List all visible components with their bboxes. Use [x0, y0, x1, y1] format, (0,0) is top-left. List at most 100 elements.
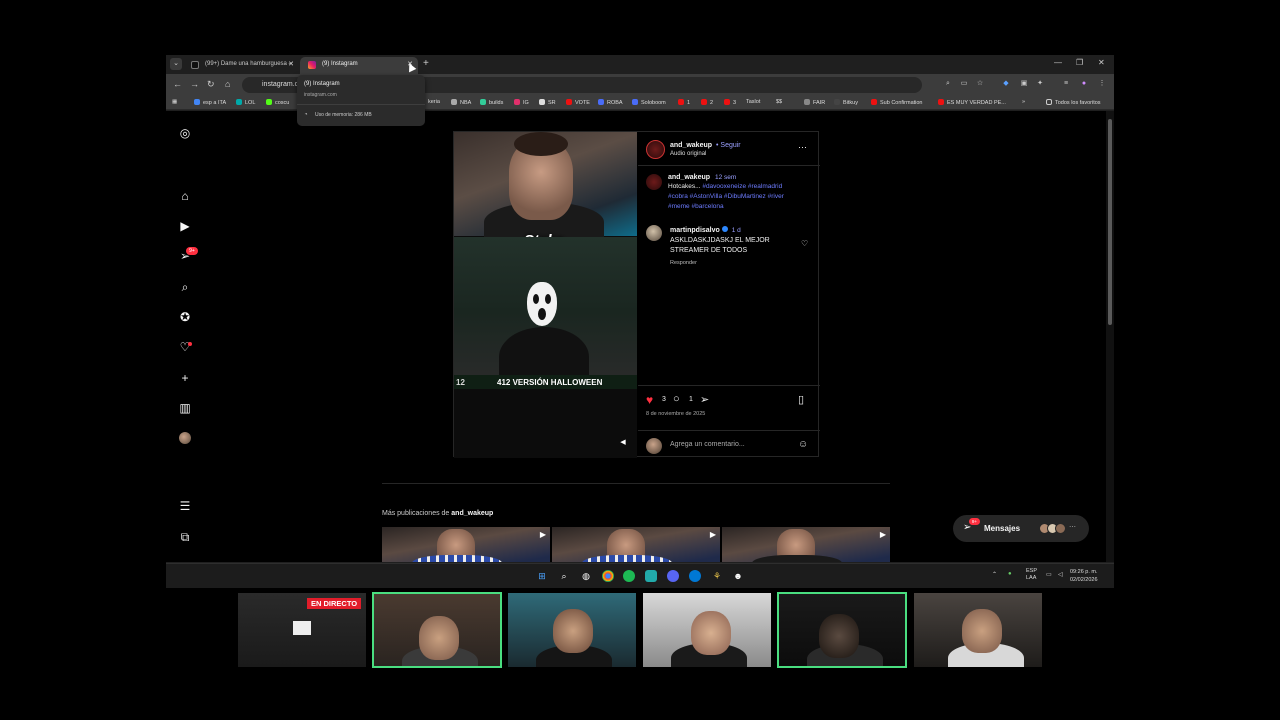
bookmark-item[interactable]: SR — [539, 99, 556, 106]
back-icon[interactable]: ← — [173, 79, 182, 89]
bookmark-item[interactable]: ES MUY VERDAD PE... — [938, 99, 1006, 106]
comment-username[interactable]: martinpdisalvo 1 d — [670, 226, 741, 234]
tray-chevron-icon[interactable]: ⌃ — [992, 571, 997, 578]
more-options-icon[interactable]: ⋯ — [798, 142, 807, 153]
bookmark-item[interactable]: keria — [428, 99, 440, 105]
post-thumbnail[interactable]: ▶ — [382, 527, 550, 562]
bookmark-star-icon[interactable]: ☆ — [976, 80, 984, 88]
audio-label[interactable]: Audio original — [670, 151, 706, 157]
comment-input[interactable]: Agrega un comentario... — [670, 441, 745, 448]
scroll-thumb[interactable] — [1108, 119, 1112, 325]
comment-icon[interactable]: ○ — [673, 393, 680, 405]
author-avatar[interactable] — [646, 140, 665, 159]
bookmark-item[interactable]: VOTE — [566, 99, 590, 106]
windows-start-icon[interactable]: ⊞ — [536, 570, 548, 582]
bookmark-item[interactable]: builds — [480, 99, 503, 106]
cast-icon[interactable]: ▭ — [960, 80, 968, 88]
search-icon[interactable]: ⌕ — [178, 280, 192, 294]
maximize-icon[interactable]: ❐ — [1076, 58, 1083, 67]
menu-dots-icon[interactable]: ⋮ — [1098, 80, 1106, 88]
meta-apps-icon[interactable]: ⧉ — [178, 530, 192, 544]
save-bookmark-icon[interactable]: ▯ — [798, 393, 804, 406]
commenter-avatar[interactable] — [646, 225, 662, 241]
clock[interactable]: 09:26 p. m. 02/02/2026 — [1070, 568, 1098, 584]
caption-username[interactable]: and_wakeup — [668, 174, 710, 181]
bookmark-item[interactable]: 1 — [678, 99, 690, 106]
profile-avatar[interactable] — [179, 432, 191, 444]
bookmark-item[interactable]: Taslot — [746, 99, 760, 105]
bookmark-item[interactable]: FAIR — [804, 99, 825, 106]
tab-youtube[interactable]: (99+) Dame una hamburguesa - ✕ — [183, 57, 299, 74]
bookmark-item[interactable]: ROBA — [598, 99, 623, 106]
comment-like-icon[interactable]: ♡ — [801, 239, 808, 248]
spotify-icon[interactable] — [623, 570, 635, 582]
bookmark-item[interactable]: Sub Confirmation — [871, 99, 923, 106]
zoom-icon[interactable]: ⌕ — [944, 80, 952, 88]
bookmark-item[interactable]: 3 — [724, 99, 736, 106]
bookmark-item[interactable]: esp a ITA — [194, 99, 226, 106]
tab-search-icon[interactable]: ⌄ — [170, 58, 182, 70]
messages-button[interactable]: ➢ 9+ Mensajes ⋯ — [953, 515, 1089, 542]
mute-icon[interactable]: ◀ — [618, 438, 628, 448]
post-thumbnail[interactable]: ▶ — [722, 527, 890, 562]
bookmark-item[interactable]: 2 — [701, 99, 713, 106]
instagram-logo-icon[interactable]: ◎ — [178, 126, 192, 140]
extensions-puzzle-icon[interactable]: ✦ — [1036, 80, 1044, 88]
reels-icon[interactable]: ▶ — [178, 219, 192, 233]
media-icon[interactable]: ≡ — [1062, 80, 1070, 88]
volume-icon[interactable]: ◁ — [1058, 571, 1063, 578]
app-icon[interactable]: ◍ — [580, 570, 592, 582]
home-icon[interactable]: ⌂ — [225, 79, 230, 89]
search-icon[interactable]: ⌕ — [558, 570, 570, 582]
like-heart-icon[interactable]: ♥ — [646, 393, 653, 407]
tab-label: (9) Instagram — [322, 61, 358, 67]
more-bookmarks-icon[interactable]: » — [1022, 99, 1025, 105]
dashboard-icon[interactable]: ▥ — [178, 401, 192, 415]
home-icon[interactable]: ⌂ — [178, 189, 192, 203]
caption-time: 12 sem — [715, 174, 737, 181]
caption-avatar[interactable] — [646, 174, 662, 190]
app-icon[interactable]: ⚘ — [711, 570, 723, 582]
discord-icon[interactable] — [667, 570, 679, 582]
bookmark-item[interactable]: IG — [514, 99, 529, 106]
new-tab-button[interactable]: + — [423, 58, 429, 69]
author-username[interactable]: and_wakeup — [670, 142, 712, 149]
like-count[interactable]: 3 — [662, 396, 666, 403]
close-tab-icon[interactable]: ✕ — [288, 60, 294, 68]
bookmark-item[interactable]: Bitkuy — [834, 99, 858, 106]
tab-instagram[interactable]: (9) Instagram ✕ — [300, 57, 418, 74]
post-thumbnail[interactable]: ▶ — [552, 527, 720, 562]
minimize-icon[interactable]: — — [1054, 58, 1062, 67]
edge-icon[interactable] — [689, 570, 701, 582]
explore-icon[interactable]: ✪ — [178, 310, 192, 324]
follow-button[interactable]: • Seguir — [716, 142, 741, 149]
reply-button[interactable]: Responder — [670, 260, 697, 266]
forward-icon[interactable]: → — [190, 79, 199, 89]
post-video[interactable]: Stake 12 412 VERSIÓN HALLOWEEN ◀ — [454, 132, 637, 458]
close-window-icon[interactable]: ✕ — [1098, 58, 1105, 67]
reload-icon[interactable]: ↻ — [207, 79, 215, 90]
app-icon[interactable] — [645, 570, 657, 582]
all-bookmarks[interactable]: Todos los favoritos — [1046, 99, 1101, 106]
network-icon[interactable]: ▭ — [1046, 571, 1052, 578]
bookmark-item[interactable]: coscu — [266, 99, 289, 106]
chrome-icon[interactable] — [602, 570, 614, 582]
profile-icon[interactable]: ● — [1080, 80, 1088, 88]
extension-icon[interactable]: ▣ — [1020, 80, 1028, 88]
reel-icon: ▶ — [709, 530, 716, 539]
extension-icon[interactable]: ◆ — [1002, 80, 1010, 88]
bookmark-item[interactable]: $$ — [776, 99, 782, 105]
emoji-icon[interactable]: ☺ — [798, 439, 808, 450]
share-icon[interactable]: ➢ — [700, 393, 709, 406]
apps-icon[interactable]: ▦ — [172, 99, 177, 105]
create-icon[interactable]: + — [178, 371, 192, 385]
bookmark-item[interactable]: LOL — [236, 99, 255, 106]
bookmark-item[interactable]: Soloboom — [632, 99, 666, 106]
windows-taskbar: ⊞ ⌕ ◍ ⚘ ☻ ⌃ ● ESP LAA ▭ ◁ 09:26 p. m. 02/0… — [166, 563, 1114, 588]
app-icon[interactable]: ☻ — [732, 570, 744, 582]
page-scrollbar[interactable] — [1106, 111, 1114, 562]
tray-icon[interactable]: ● — [1008, 571, 1012, 577]
bookmark-item[interactable]: NBA — [451, 99, 471, 106]
more-menu-icon[interactable]: ☰ — [178, 499, 192, 513]
language-indicator[interactable]: ESP LAA — [1026, 568, 1037, 582]
